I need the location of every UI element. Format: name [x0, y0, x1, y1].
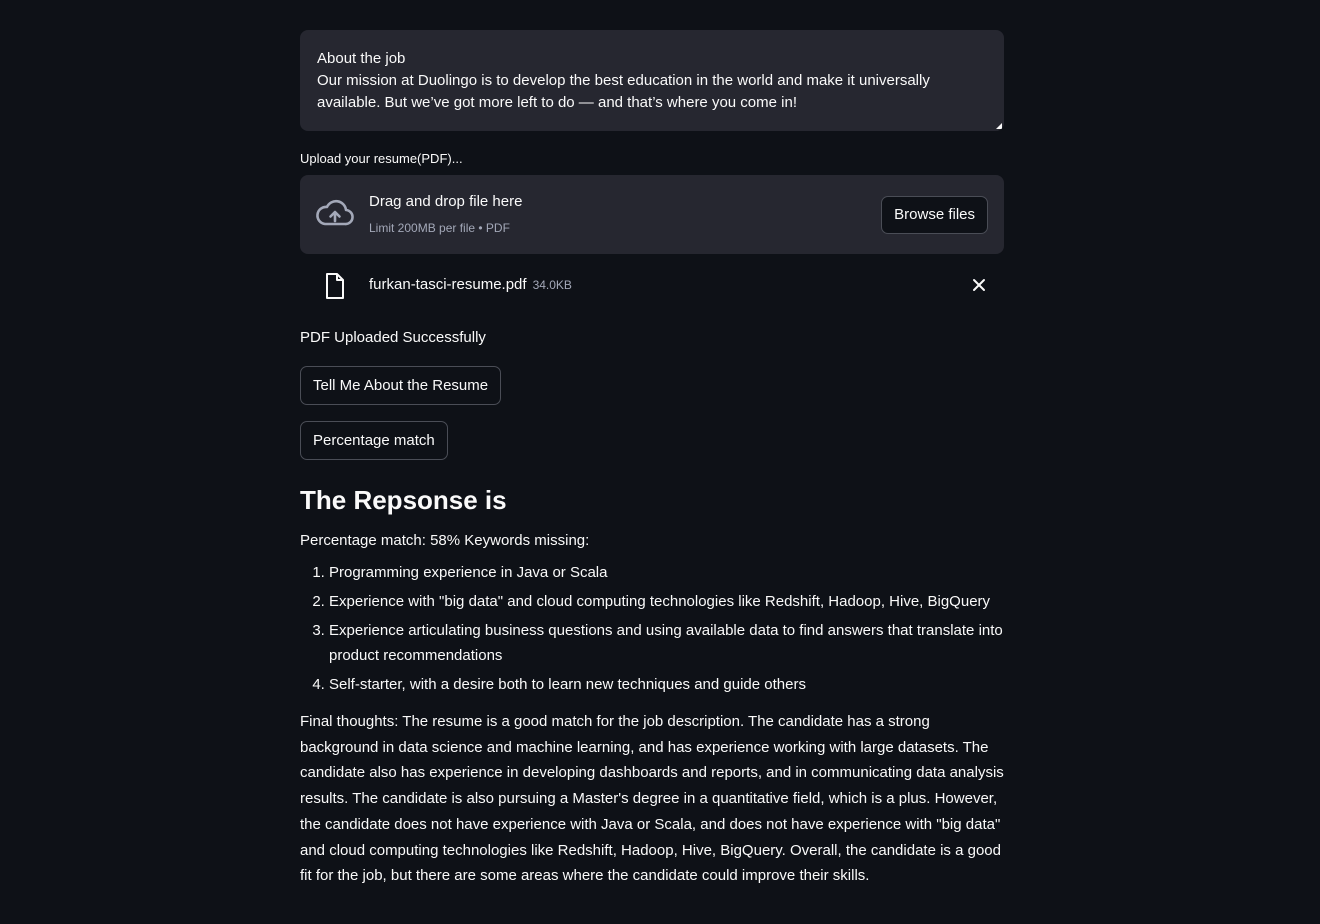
- response-summary: Percentage match: 58% Keywords missing:: [300, 532, 590, 549]
- list-item: Experience articulating business questio…: [329, 618, 1004, 668]
- file-size: 34.0KB: [532, 278, 572, 292]
- list-item: Experience with "big data" and cloud com…: [329, 589, 1004, 614]
- job-description-line: Our mission at Duolingo is to develop th…: [317, 72, 930, 89]
- job-description-textarea[interactable]: About the job Our mission at Duolingo is…: [300, 30, 1004, 131]
- file-name-text: furkan-tasci-resume.pdf: [369, 276, 527, 293]
- browse-files-button[interactable]: Browse files: [881, 196, 988, 234]
- list-item: Programming experience in Java or Scala: [329, 560, 1004, 585]
- dropzone-limit: Limit 200MB per file • PDF: [369, 221, 510, 235]
- missing-keywords-list: Programming experience in Java or Scala …: [300, 560, 1004, 697]
- file-name: furkan-tasci-resume.pdf 34.0KB: [369, 276, 572, 293]
- dropzone-title: Drag and drop file here: [369, 193, 523, 210]
- resize-handle[interactable]: [996, 123, 1002, 129]
- uploaded-file-row: furkan-tasci-resume.pdf 34.0KB: [300, 254, 1004, 318]
- tell-me-about-resume-button[interactable]: Tell Me About the Resume: [300, 366, 502, 405]
- file-dropzone[interactable]: Drag and drop file here Limit 200MB per …: [300, 175, 1004, 254]
- response-heading: The Repsonse is: [300, 485, 507, 515]
- list-item: Self-starter, with a desire both to lear…: [329, 672, 1004, 697]
- upload-status: PDF Uploaded Successfully: [300, 329, 486, 346]
- file-icon: [326, 273, 344, 299]
- job-description-line: About the job: [317, 50, 406, 67]
- final-thoughts: Final thoughts: The resume is a good mat…: [300, 713, 1004, 885]
- job-description-line: available. But we’ve got more left to do…: [317, 94, 797, 111]
- percentage-match-button[interactable]: Percentage match: [300, 421, 448, 460]
- cloud-upload-icon: [316, 199, 354, 226]
- main-content: About the job Our mission at Duolingo is…: [300, 30, 1004, 889]
- close-icon[interactable]: [972, 278, 986, 292]
- upload-label: Upload your resume(PDF)...: [300, 151, 463, 166]
